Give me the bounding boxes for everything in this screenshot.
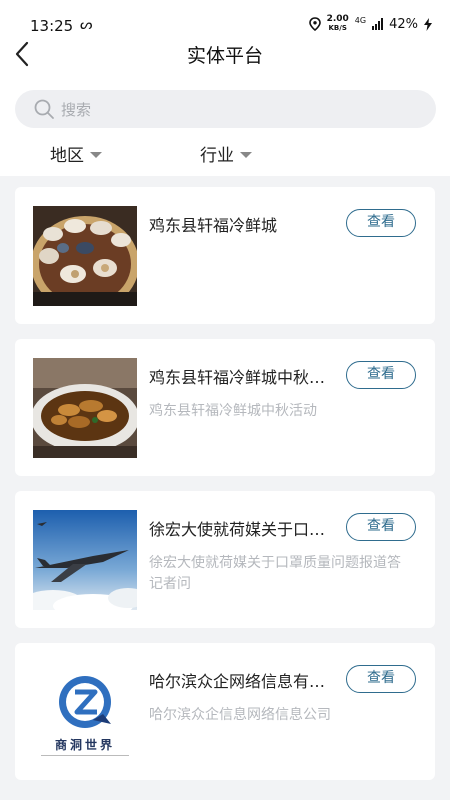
- signal-icon: [372, 18, 384, 30]
- status-time: 13:25: [30, 17, 74, 35]
- company-logo: 商洞世界: [33, 662, 137, 762]
- net-speed-unit: KB/S: [328, 24, 347, 32]
- view-button[interactable]: 查看: [346, 513, 416, 541]
- net-speed-value: 2.00: [326, 14, 349, 24]
- list-item[interactable]: 商洞世界 哈尔滨众企网络信息有… 哈尔滨众企信息网络信息公司 查看: [15, 643, 435, 780]
- industry-filter-label: 行业: [200, 146, 234, 166]
- status-right: 2.00 KB/S 4G 42%: [308, 15, 432, 33]
- item-description: 徐宏大使就荷媒关于口罩质量问题报道答记者问: [149, 555, 401, 592]
- item-title: 鸡东县轩福冷鲜城中秋…: [149, 368, 326, 387]
- braised-dish-image: [33, 358, 137, 458]
- industry-filter[interactable]: 行业: [200, 141, 252, 166]
- header-area: 13:25 ᔕ 2.00 KB/S 4G 42% 实体平台 搜索 地区 行业: [0, 0, 450, 176]
- net-speed: 2.00 KB/S: [327, 15, 349, 33]
- seafood-platter-image: [33, 206, 137, 306]
- caret-down-icon: [240, 151, 252, 158]
- network-type: 4G: [354, 15, 367, 25]
- list-item[interactable]: 鸡东县轩福冷鲜城中秋… 鸡东县轩福冷鲜城中秋活动 查看: [15, 339, 435, 476]
- status-bar: 13:25 ᔕ 2.00 KB/S 4G 42%: [0, 0, 450, 35]
- list-item[interactable]: 徐宏大使就荷媒关于口… 徐宏大使就荷媒关于口罩质量问题报道答记者问 查看: [15, 491, 435, 628]
- search-placeholder: 搜索: [61, 101, 92, 119]
- sync-icon: ᔕ: [80, 17, 93, 33]
- aircraft-image: [33, 510, 137, 610]
- item-title: 鸡东县轩福冷鲜城: [149, 216, 278, 235]
- item-title: 哈尔滨众企网络信息有…: [149, 672, 326, 691]
- item-description: 鸡东县轩福冷鲜城中秋活动: [149, 403, 317, 419]
- battery-level: 42%: [389, 16, 418, 32]
- nav-bar: 实体平台: [0, 34, 450, 74]
- caret-down-icon: [90, 151, 102, 158]
- search-input[interactable]: 搜索: [15, 90, 436, 128]
- item-title: 徐宏大使就荷媒关于口…: [149, 520, 326, 539]
- logo-divider: [41, 755, 129, 756]
- page-title: 实体平台: [186, 45, 263, 67]
- search-icon: [34, 99, 54, 119]
- list-item[interactable]: 鸡东县轩福冷鲜城 查看: [15, 187, 435, 324]
- region-filter-label: 地区: [50, 146, 84, 166]
- region-filter[interactable]: 地区: [50, 141, 102, 166]
- view-button[interactable]: 查看: [346, 209, 416, 237]
- view-button[interactable]: 查看: [346, 665, 416, 693]
- logo-text: 商洞世界: [54, 738, 115, 752]
- view-button[interactable]: 查看: [346, 361, 416, 389]
- location-icon: [308, 17, 321, 31]
- entity-list: 鸡东县轩福冷鲜城 查看 鸡东县轩福冷鲜城中秋… 鸡东县轩福冷鲜城中秋活动 查看: [15, 187, 435, 795]
- item-description: 哈尔滨众企信息网络信息公司: [149, 707, 331, 723]
- charging-icon: [424, 17, 432, 31]
